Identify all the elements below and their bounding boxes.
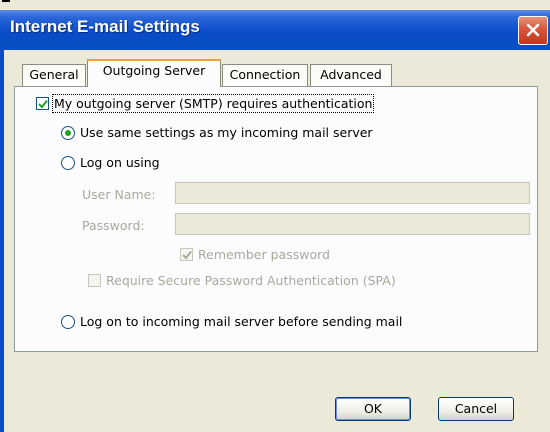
remember-password-label: Remember password xyxy=(198,247,330,262)
window-title: Internet E-mail Settings xyxy=(10,17,200,36)
password-field[interactable] xyxy=(175,213,530,235)
password-label: Password: xyxy=(82,218,145,233)
use-same-settings-label: Use same settings as my incoming mail se… xyxy=(80,125,373,140)
log-on-using-row[interactable]: Log on using xyxy=(61,155,160,170)
email-settings-dialog: Internet E-mail Settings General Outgoin… xyxy=(0,0,550,432)
close-icon xyxy=(526,23,540,37)
tab-connection[interactable]: Connection xyxy=(222,64,308,86)
window-border xyxy=(0,50,4,432)
close-button[interactable] xyxy=(518,16,548,45)
tab-connection-label: Connection xyxy=(229,67,301,82)
tab-general[interactable]: General xyxy=(22,64,86,86)
cancel-button[interactable]: Cancel xyxy=(438,397,514,421)
ok-button[interactable]: OK xyxy=(335,397,411,421)
title-bar[interactable]: Internet E-mail Settings xyxy=(0,10,550,50)
log-on-incoming-label: Log on to incoming mail server before se… xyxy=(80,314,403,329)
smtp-auth-checkbox-row[interactable]: My outgoing server (SMTP) requires authe… xyxy=(36,94,375,113)
tab-general-label: General xyxy=(29,67,79,82)
tab-advanced[interactable]: Advanced xyxy=(310,64,392,86)
radio-selected-dot xyxy=(65,129,71,136)
log-on-incoming-row[interactable]: Log on to incoming mail server before se… xyxy=(61,314,402,329)
require-spa-label: Require Secure Password Authentication (… xyxy=(106,273,396,288)
smtp-auth-label: My outgoing server (SMTP) requires authe… xyxy=(51,94,375,113)
checkmark-icon xyxy=(182,250,192,260)
tab-advanced-label: Advanced xyxy=(320,67,382,82)
smtp-auth-checkbox[interactable] xyxy=(36,97,49,110)
use-same-settings-row[interactable]: Use same settings as my incoming mail se… xyxy=(61,125,373,140)
require-spa-row[interactable]: Require Secure Password Authentication (… xyxy=(88,273,396,288)
corner-mark xyxy=(2,0,10,6)
use-same-settings-radio[interactable] xyxy=(61,125,75,140)
checkmark-icon xyxy=(38,99,48,109)
tab-outgoing-server-label: Outgoing Server xyxy=(102,63,206,78)
log-on-using-radio[interactable] xyxy=(61,155,75,170)
user-name-field[interactable] xyxy=(175,182,530,204)
log-on-incoming-radio[interactable] xyxy=(61,314,75,329)
user-name-label: User Name: xyxy=(82,187,156,202)
log-on-using-label: Log on using xyxy=(80,155,160,170)
remember-password-row[interactable]: Remember password xyxy=(180,247,330,262)
tab-outgoing-server[interactable]: Outgoing Server xyxy=(87,59,221,87)
require-spa-checkbox[interactable] xyxy=(88,274,101,287)
remember-password-checkbox[interactable] xyxy=(180,248,193,261)
